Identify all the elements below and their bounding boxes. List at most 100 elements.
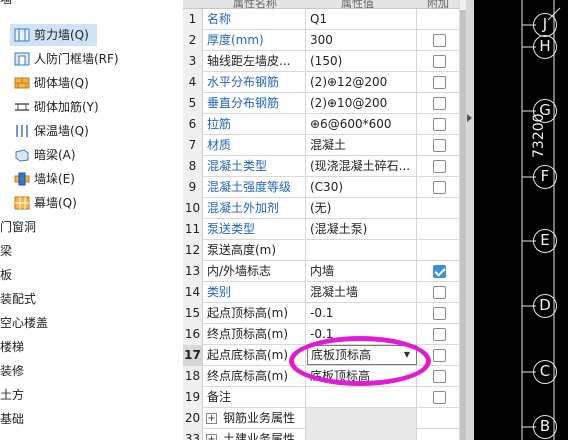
additional-checkbox[interactable] bbox=[433, 97, 446, 110]
additional-checkbox[interactable] bbox=[433, 328, 446, 341]
row-number: 18 bbox=[183, 366, 203, 387]
header-property-name[interactable]: 属性名称 bbox=[203, 0, 306, 10]
property-row[interactable]: 19 备注 bbox=[183, 387, 459, 408]
tree-node-label: 装配式 bbox=[0, 292, 37, 306]
property-row[interactable]: 11 泵送类型 (混凝土泵) bbox=[183, 219, 459, 240]
additional-checkbox[interactable] bbox=[433, 118, 446, 131]
property-row[interactable]: 13 内/外墙标志 内墙 bbox=[183, 261, 459, 282]
additional-checkbox[interactable] bbox=[433, 55, 446, 68]
tree-node-beam[interactable]: 梁 bbox=[0, 240, 12, 262]
tree-node-foundation[interactable]: 基础 bbox=[0, 408, 24, 430]
group-label: 土建业务属性 bbox=[223, 432, 296, 440]
property-name: 垂直分布钢筋 bbox=[203, 93, 306, 114]
property-value[interactable]: 底板顶标高 bbox=[306, 366, 417, 387]
property-name: 混凝土强度等级 bbox=[203, 177, 306, 198]
tree-node-wall[interactable]: 墙 bbox=[0, 0, 12, 10]
property-value[interactable] bbox=[306, 387, 417, 408]
property-value[interactable]: (2)⊕10@200 bbox=[306, 93, 417, 114]
tree-node-decoration[interactable]: 装修 bbox=[0, 360, 24, 382]
tree-node-earthwork[interactable]: 土方 bbox=[0, 384, 24, 406]
property-value[interactable]: (C30) bbox=[306, 177, 417, 198]
property-row[interactable]: 14 类别 混凝土墙 bbox=[183, 282, 459, 303]
property-row[interactable]: 33 + 土建业务属性 bbox=[183, 429, 459, 440]
expand-icon[interactable]: + bbox=[206, 413, 217, 424]
tree-node-hollow-floor[interactable]: 空心楼盖 bbox=[0, 312, 48, 334]
expand-icon[interactable]: + bbox=[206, 434, 217, 440]
property-value[interactable]: 混凝土 bbox=[306, 135, 417, 156]
header-property-value[interactable]: 属性值 bbox=[306, 0, 417, 10]
additional-cell bbox=[417, 366, 459, 387]
tree-node-curtain-wall[interactable]: 幕墙(Q) bbox=[10, 192, 85, 214]
property-row[interactable]: 10 混凝土外加剂 (无) bbox=[183, 198, 459, 219]
additional-checkbox[interactable] bbox=[433, 307, 446, 320]
property-row[interactable]: 7 材质 混凝土 bbox=[183, 135, 459, 156]
additional-checkbox[interactable] bbox=[433, 265, 446, 278]
property-row[interactable]: 15 起点顶标高(m) -0.1 bbox=[183, 303, 459, 324]
property-row[interactable]: 9 混凝土强度等级 (C30) bbox=[183, 177, 459, 198]
tree-node-blast-door-frame-wall[interactable]: 人防门框墙(RF) bbox=[10, 48, 127, 70]
row-number: 14 bbox=[183, 282, 203, 303]
property-row[interactable]: 16 终点顶标高(m) -0.1 bbox=[183, 324, 459, 345]
additional-checkbox[interactable] bbox=[433, 34, 446, 47]
header-additional[interactable]: 附加 bbox=[417, 0, 459, 10]
additional-checkbox[interactable] bbox=[433, 76, 446, 89]
panel-splitter[interactable] bbox=[466, 0, 474, 440]
property-value[interactable] bbox=[306, 408, 417, 429]
property-value[interactable]: (150) bbox=[306, 51, 417, 72]
property-row[interactable]: 17 起点底标高(m) 底板顶标高 ▼ bbox=[183, 345, 459, 366]
row-number: 33 bbox=[183, 429, 203, 440]
tree-node-insulation-wall[interactable]: 保温墙(Q) bbox=[10, 120, 97, 142]
property-value[interactable]: Q1 bbox=[306, 9, 417, 30]
cad-drawing-canvas[interactable]: J H G F E D C B 73200 bbox=[474, 0, 568, 440]
additional-checkbox[interactable] bbox=[433, 349, 446, 362]
additional-checkbox[interactable] bbox=[433, 391, 446, 404]
tree-node-hidden-beam[interactable]: 暗梁(A) bbox=[10, 144, 84, 166]
property-value[interactable]: 混凝土墙 bbox=[306, 282, 417, 303]
property-row[interactable]: 5 垂直分布钢筋 (2)⊕10@200 bbox=[183, 93, 459, 114]
property-name: 水平分布钢筋 bbox=[203, 72, 306, 93]
property-value[interactable] bbox=[306, 429, 417, 440]
tree-node-masonry-reinforcement[interactable]: 砌体加筋(Y) bbox=[10, 96, 107, 118]
hidden-beam-icon bbox=[15, 149, 29, 162]
tree-node-door-window-opening[interactable]: 门窗洞 bbox=[0, 216, 36, 238]
additional-checkbox[interactable] bbox=[433, 139, 446, 152]
tree-node-shear-wall[interactable]: 剪力墙(Q) bbox=[10, 24, 97, 46]
property-value[interactable]: 内墙 bbox=[306, 261, 417, 282]
collapse-arrow-icon[interactable] bbox=[467, 114, 472, 122]
tree-node-slab[interactable]: 板 bbox=[0, 264, 12, 286]
property-row[interactable]: 2 厚度(mm) 300 bbox=[183, 30, 459, 51]
additional-cell bbox=[417, 135, 459, 156]
property-name: 泵送类型 bbox=[203, 219, 306, 240]
property-row[interactable]: 12 泵送高度(m) bbox=[183, 240, 459, 261]
additional-checkbox[interactable] bbox=[433, 181, 446, 194]
property-value[interactable]: (2)⊕12@200 bbox=[306, 72, 417, 93]
additional-checkbox[interactable] bbox=[433, 286, 446, 299]
property-value[interactable]: 300 bbox=[306, 30, 417, 51]
dimension-label: 73200 bbox=[531, 113, 547, 158]
bottom-elevation-select[interactable]: 底板顶标高 ▼ bbox=[307, 345, 417, 365]
property-row[interactable]: 6 拉筋 ⊕6@600*600 bbox=[183, 114, 459, 135]
property-value[interactable]: (现浇混凝土碎石... bbox=[306, 156, 417, 177]
property-value[interactable]: ⊕6@600*600 bbox=[306, 114, 417, 135]
chevron-down-icon[interactable]: ▼ bbox=[401, 346, 413, 364]
tree-node-stairs[interactable]: 楼梯 bbox=[0, 336, 24, 358]
blast-door-frame-wall-icon bbox=[14, 52, 30, 66]
property-row[interactable]: 4 水平分布钢筋 (2)⊕12@200 bbox=[183, 72, 459, 93]
property-name: + 土建业务属性 bbox=[203, 429, 306, 440]
property-row[interactable]: 18 终点底标高(m) 底板顶标高 bbox=[183, 366, 459, 387]
row-number: 9 bbox=[183, 177, 203, 198]
property-value[interactable] bbox=[306, 240, 417, 261]
property-value[interactable]: (无) bbox=[306, 198, 417, 219]
property-value[interactable]: (混凝土泵) bbox=[306, 219, 417, 240]
additional-checkbox[interactable] bbox=[433, 160, 446, 173]
property-row[interactable]: 8 混凝土类型 (现浇混凝土碎石... bbox=[183, 156, 459, 177]
additional-checkbox[interactable] bbox=[433, 370, 446, 383]
property-row[interactable]: 20 + 钢筋业务属性 bbox=[183, 408, 459, 429]
property-row[interactable]: 1 名称 Q1 bbox=[183, 9, 459, 30]
tree-node-prefabricated[interactable]: 装配式 bbox=[0, 288, 36, 310]
property-value[interactable]: -0.1 bbox=[306, 324, 417, 345]
tree-node-wall-pier[interactable]: 墙垛(E) bbox=[10, 168, 83, 190]
tree-node-masonry-wall[interactable]: 砌体墙(Q) bbox=[10, 72, 97, 94]
property-row[interactable]: 3 轴线距左墙皮... (150) bbox=[183, 51, 459, 72]
property-value[interactable]: -0.1 bbox=[306, 303, 417, 324]
